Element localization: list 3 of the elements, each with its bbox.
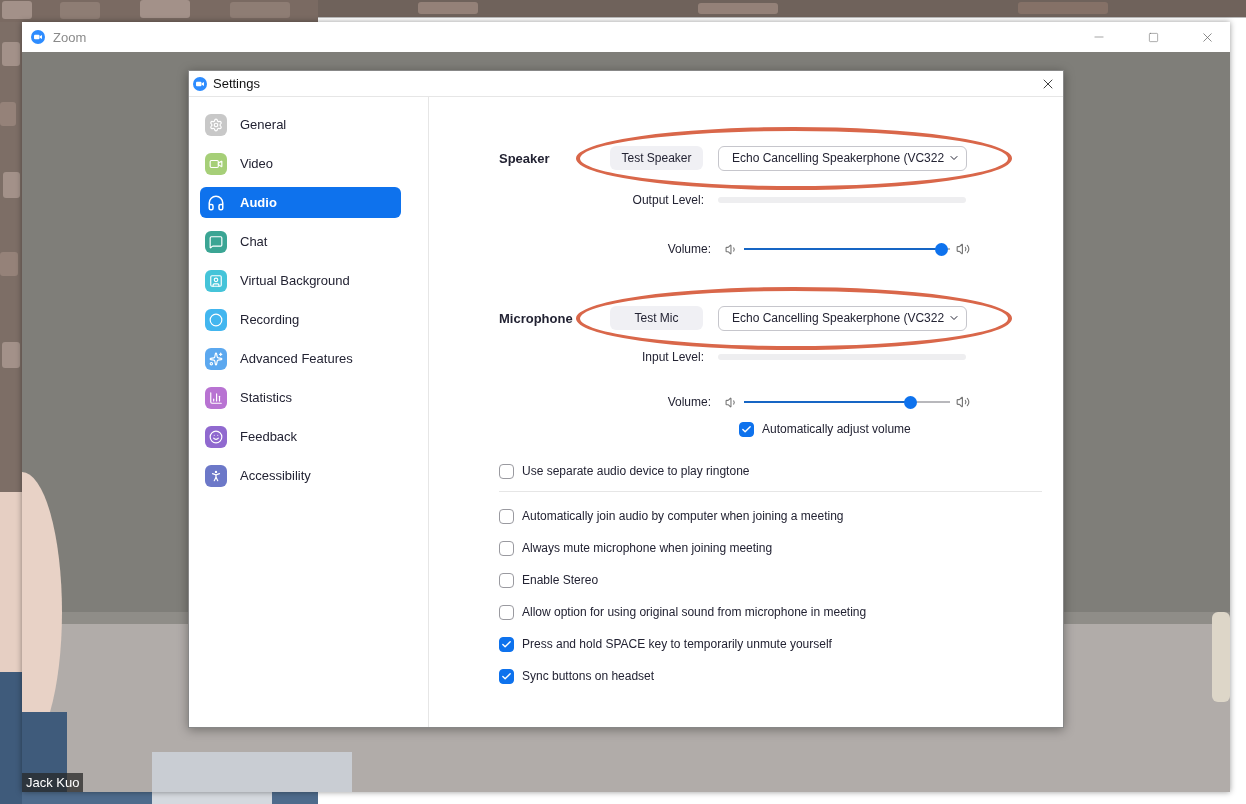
maximize-icon [1147, 31, 1159, 43]
window-title: Zoom [53, 29, 88, 45]
camera-logo-icon [31, 30, 45, 44]
